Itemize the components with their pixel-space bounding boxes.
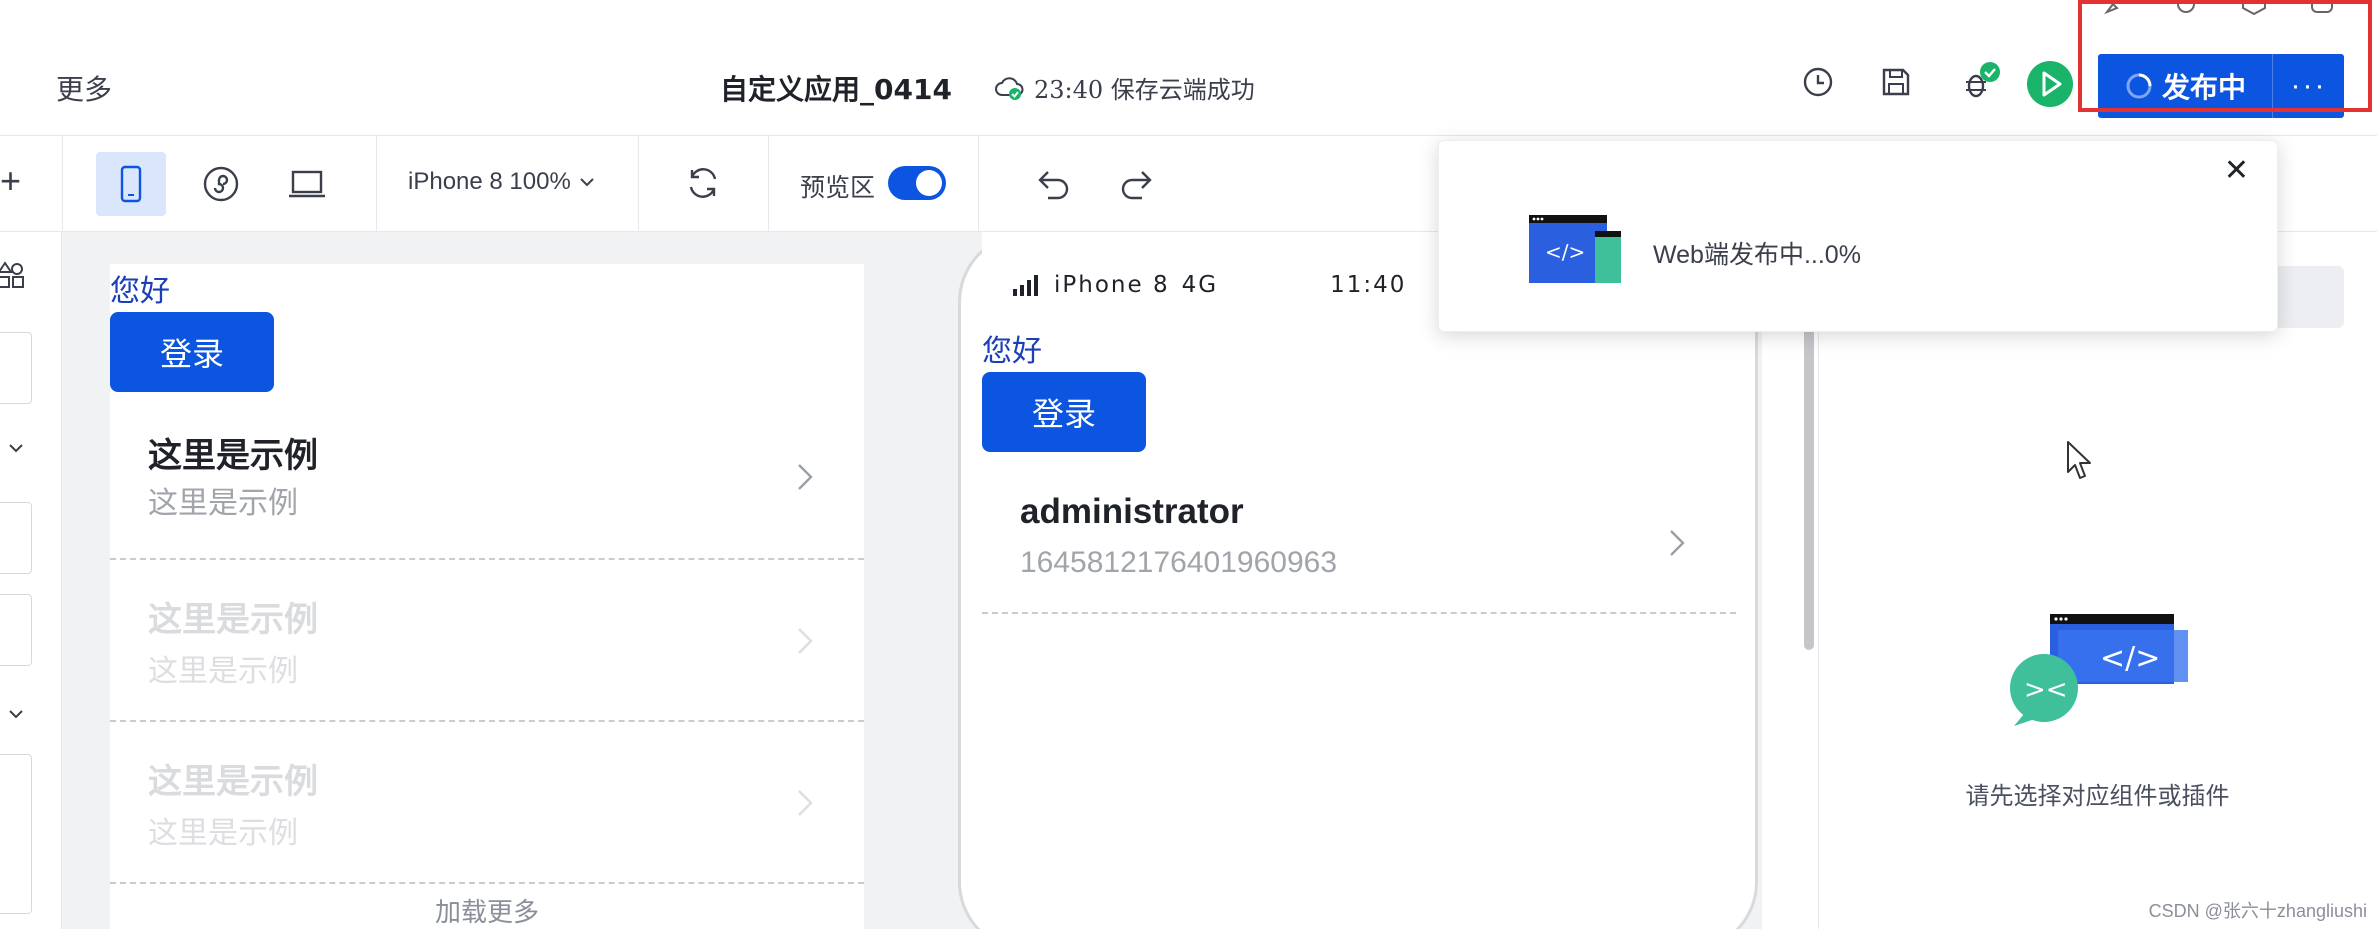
- hello-text[interactable]: 您好: [110, 266, 170, 310]
- properties-panel: [1818, 232, 2377, 929]
- user-id: 1645812176401960963: [1020, 546, 1338, 579]
- save-status: 23:40 保存云端成功: [994, 70, 1255, 105]
- sidebar-field[interactable]: [0, 332, 32, 404]
- list-item-subtitle: 这里是示例: [148, 817, 298, 850]
- sidebar-thumbnail[interactable]: [0, 754, 32, 914]
- device-select[interactable]: iPhone 8 100%: [408, 168, 595, 196]
- list-item-subtitle: 这里是示例: [148, 487, 298, 520]
- user-list-item[interactable]: administrator 1645812176401960963: [982, 470, 1736, 614]
- phone-device-name: iPhone 8: [1054, 272, 1170, 298]
- preview-label: 预览区: [800, 174, 876, 202]
- user-name: administrator: [1020, 492, 1244, 531]
- chevron-right-icon: [798, 628, 813, 654]
- run-icon[interactable]: [2026, 60, 2074, 108]
- close-icon[interactable]: ✕: [2224, 153, 2249, 188]
- mobile-icon: [120, 165, 142, 203]
- preview-toggle[interactable]: [888, 166, 946, 200]
- svg-text:</>: </>: [1545, 240, 1585, 264]
- load-more[interactable]: 加载更多: [110, 892, 864, 929]
- add-button[interactable]: +: [0, 160, 21, 202]
- device-select-value: iPhone 8 100%: [408, 168, 571, 195]
- phone-time: 11:40: [1330, 272, 1407, 298]
- empty-state-illustration-icon: </> ><: [2004, 608, 2194, 728]
- list-item[interactable]: 这里是示例 这里是示例: [110, 560, 864, 722]
- web-code-icon: </>: [1525, 213, 1625, 285]
- miniprogram-icon: [203, 166, 239, 202]
- header: 更多 自定义应用_0414 23:40 保存云端成功 发布中 ···: [0, 40, 2377, 136]
- empty-state-text: 请先选择对应组件或插件: [1965, 783, 2230, 810]
- mouse-cursor-icon: [2066, 440, 2096, 484]
- chevron-right-icon: [798, 790, 813, 816]
- list-item[interactable]: 这里是示例 这里是示例: [110, 398, 864, 560]
- chevron-right-icon: [798, 464, 813, 490]
- highlight-box: [2078, 0, 2372, 112]
- signal-icon: [1013, 275, 1038, 296]
- miniprogram-view-button[interactable]: [186, 152, 256, 216]
- phone-hello-text[interactable]: 您好: [982, 326, 1042, 370]
- list-item-title: 这里是示例: [148, 763, 318, 801]
- refresh-icon[interactable]: [684, 164, 722, 202]
- chevron-right-icon: [1670, 530, 1685, 556]
- sidebar-field[interactable]: [0, 594, 32, 666]
- list-item-title: 这里是示例: [148, 601, 318, 639]
- desktop-view-button[interactable]: [272, 152, 342, 216]
- chevron-down-icon: [580, 178, 594, 187]
- debug-icon[interactable]: [1958, 62, 2000, 102]
- list-item-title: 这里是示例: [148, 437, 318, 475]
- phone-login-button[interactable]: 登录: [982, 372, 1146, 452]
- laptop-icon: [289, 170, 325, 198]
- app-title: 自定义应用_0414: [720, 73, 952, 106]
- publish-progress-text: Web端发布中...0%: [1653, 241, 1861, 269]
- list-item[interactable]: 这里是示例 这里是示例: [110, 722, 864, 884]
- more-link[interactable]: 更多: [56, 68, 112, 108]
- undo-icon[interactable]: [1036, 168, 1072, 200]
- chevron-down-icon[interactable]: [8, 442, 24, 454]
- list-item-subtitle: 这里是示例: [148, 655, 298, 688]
- publish-progress-popup: ✕ </> Web端发布中...0%: [1438, 140, 2278, 332]
- history-icon[interactable]: [1798, 62, 1838, 102]
- redo-icon[interactable]: [1118, 168, 1154, 200]
- svg-text:><: ><: [2024, 675, 2068, 705]
- svg-text:</>: </>: [2100, 641, 2160, 676]
- save-status-text: 23:40 保存云端成功: [1034, 76, 1255, 104]
- components-icon[interactable]: [0, 260, 26, 290]
- chevron-down-icon[interactable]: [8, 708, 24, 720]
- sidebar-field[interactable]: [0, 502, 32, 574]
- phone-screen: iPhone 8 4G 11:40 您好 登录 administrator 16…: [982, 232, 1736, 929]
- phone-network: 4G: [1181, 272, 1219, 298]
- mobile-view-button[interactable]: [96, 152, 166, 216]
- left-sidebar: [0, 232, 62, 929]
- phone-status-bar: iPhone 8 4G 11:40: [1012, 272, 1406, 298]
- watermark: CSDN @张六十zhangliushi: [2148, 901, 2367, 921]
- save-icon[interactable]: [1876, 62, 1916, 102]
- editor-page: 您好 登录 这里是示例 这里是示例 这里是示例 这里是示例 这里是示例 这里是示…: [110, 264, 864, 929]
- cloud-check-icon: [994, 75, 1024, 101]
- login-button[interactable]: 登录: [110, 312, 274, 392]
